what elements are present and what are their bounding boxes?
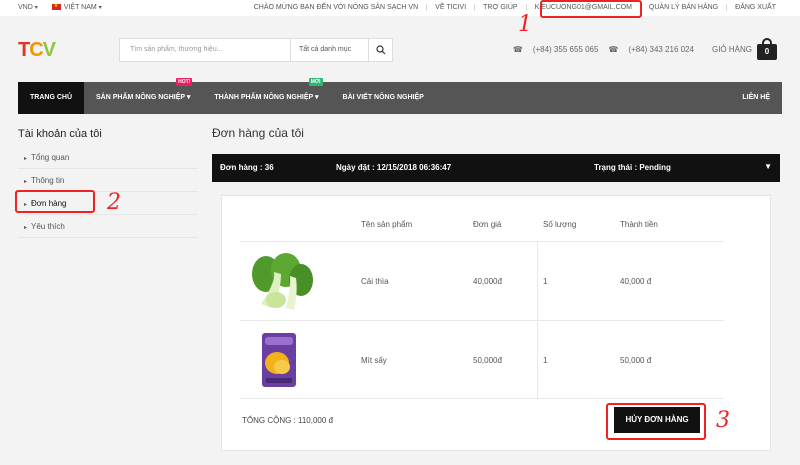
col-product-name: Tên sản phẩm (361, 220, 413, 229)
column-divider (537, 242, 538, 321)
column-divider (537, 321, 538, 400)
page-title: Đơn hàng của tôi (212, 126, 304, 140)
nav-home[interactable]: TRANG CHỦ (18, 82, 84, 114)
col-quantity: Số lượng (543, 220, 577, 229)
dried-jackfruit-image (262, 333, 296, 387)
caret-down-icon[interactable]: ▼ (764, 162, 772, 171)
annotation-number-3: 3 (716, 408, 730, 433)
col-line-total: Thành tiền (620, 220, 658, 229)
cart-count: 0 (757, 44, 777, 60)
line-total: 40,000 đ (620, 277, 652, 286)
line-total: 50,000 đ (620, 356, 652, 365)
header-contacts: ☎ (+84) 355 655 065 ☎ (+84) 343 216 024 (513, 45, 694, 54)
site-header: TCV Tìm sản phẩm, thương hiệu... Tất cả … (0, 16, 800, 82)
annotation-box-cancel (606, 403, 706, 440)
annotation-box-orders (15, 190, 95, 213)
product-name[interactable]: Mít sấy (361, 356, 387, 365)
quantity: 1 (543, 356, 548, 365)
hot-badge: HOT! (176, 78, 193, 86)
annotation-number-2: 2 (107, 190, 121, 215)
main-nav: TRANG CHỦ SẢN PHẨM NÔNG NGHIỆP ▾ HOT! THÀ… (18, 78, 782, 114)
col-unit-price: Đơn giá (473, 220, 502, 229)
currency-selector[interactable]: VND ▾ (18, 4, 38, 11)
new-badge: MỚI (308, 78, 323, 86)
vietnam-flag-icon (51, 3, 61, 11)
cart-button[interactable]: 0 (757, 38, 777, 60)
sidebar-item-overview[interactable]: Tổng quan (18, 146, 198, 169)
annotation-number-1: 1 (518, 12, 532, 37)
order-header-bar[interactable]: Đơn hàng : 36 Ngày đặt : 12/15/2018 06:3… (212, 154, 780, 182)
phone-icon-2: ☎ (608, 45, 619, 54)
unit-price: 50,000đ (473, 356, 502, 365)
phone-2: (+84) 343 216 024 (628, 45, 694, 54)
about-link[interactable]: VỀ TICIVI (427, 4, 476, 11)
category-select[interactable]: Tất cả danh mục (290, 39, 368, 61)
search-bar: Tìm sản phẩm, thương hiệu... Tất cả danh… (119, 38, 393, 62)
quantity: 1 (543, 277, 548, 286)
account-sidebar: Tài khoản của tôi Tổng quan Thông tin Đơ… (18, 128, 198, 238)
help-link[interactable]: TRỢ GIÚP (475, 4, 527, 11)
welcome-text: CHÀO MỪNG BẠN ĐẾN VỚI NÔNG SẢN SẠCH VN (246, 4, 428, 11)
phone-1: (+84) 355 655 065 (532, 45, 599, 54)
site-logo[interactable]: TCV (18, 39, 56, 62)
cart-label[interactable]: GIỎ HÀNG (712, 45, 752, 54)
unit-price: 40,000đ (473, 277, 502, 286)
table-row: Mít sấy 50,000đ 1 50,000 đ (240, 320, 724, 400)
order-number: Đơn hàng : 36 (220, 163, 274, 172)
search-icon (375, 45, 385, 55)
phone-icon-1: ☎ (512, 45, 523, 54)
product-name[interactable]: Cải thìa (361, 277, 389, 286)
order-status: Trạng thái : Pending (594, 163, 671, 172)
table-row: Cải thìa 40,000đ 1 40,000 đ (240, 241, 724, 321)
order-total: TỔNG CỘNG : 110,000 đ (242, 416, 333, 425)
logout-link[interactable]: ĐĂNG XUẤT (727, 4, 776, 11)
bok-choy-image (252, 253, 313, 310)
nav-products[interactable]: SẢN PHẨM NÔNG NGHIỆP ▾ HOT! (84, 78, 202, 114)
sidebar-item-info[interactable]: Thông tin (18, 169, 198, 192)
nav-contact[interactable]: LIÊN HỆ (730, 82, 782, 114)
nav-finished-products[interactable]: THÀNH PHẨM NÔNG NGHIỆP ▾ MỚI (202, 78, 330, 114)
nav-articles[interactable]: BÀI VIẾT NÔNG NGHIỆP (331, 82, 436, 114)
sales-management-link[interactable]: QUẢN LÝ BÁN HÀNG (641, 4, 728, 11)
annotation-box-email (540, 0, 642, 18)
sidebar-title: Tài khoản của tôi (18, 128, 102, 140)
sidebar-item-favorites[interactable]: Yêu thích (18, 215, 198, 238)
top-bar: VND▾ VIỆT NAM▾ CHÀO MỪNG BẠN ĐẾN VỚI NÔN… (0, 0, 800, 16)
language-selector[interactable]: VIỆT NAM▾ (51, 3, 102, 11)
search-input[interactable]: Tìm sản phẩm, thương hiệu... (120, 39, 290, 61)
search-button[interactable] (368, 39, 392, 61)
order-date: Ngày đặt : 12/15/2018 06:36:47 (336, 163, 452, 172)
